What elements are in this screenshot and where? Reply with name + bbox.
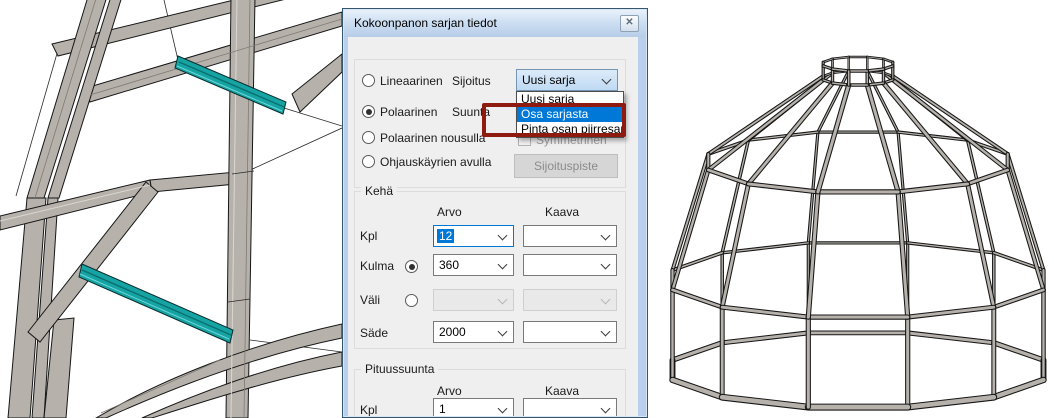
model-view-dome[interactable] [648, 0, 1054, 418]
kpl-kaava-combobox[interactable] [523, 225, 617, 247]
pituus-column-kaava: Kaava [545, 384, 579, 398]
keha-column-kaava: Kaava [545, 205, 579, 219]
sijoituspiste-button: Sijoituspiste [514, 154, 618, 178]
kulma-arvo-value: 360 [439, 258, 459, 272]
annotation-highlight-box [482, 103, 626, 137]
vali-kaava-combobox [523, 289, 617, 311]
radio-lineaarinen-label: Lineaarinen [380, 74, 443, 88]
chevron-down-icon [601, 231, 611, 241]
beam [292, 54, 342, 112]
vali-arvo-combobox [433, 289, 514, 311]
kulma-kaava-combobox[interactable] [523, 254, 617, 276]
radio-polaarinen-nousulla-label: Polaarinen nousulla [380, 131, 485, 145]
beam [150, 172, 236, 192]
model-view-closeup[interactable] [0, 0, 342, 418]
chevron-down-icon [498, 260, 508, 270]
dialog-title: Kokoonpanon sarjan tiedot [354, 10, 497, 37]
radio-ohjauskayrien-avulla-label: Ohjauskäyrien avulla [380, 155, 491, 169]
sijoitus-combobox-value: Uusi sarja [522, 73, 575, 87]
pituus-column-arvo: Arvo [437, 384, 462, 398]
chevron-down-icon [601, 404, 611, 414]
close-button[interactable]: ✕ [620, 15, 639, 32]
chevron-down-icon [498, 327, 508, 337]
chevron-down-icon [601, 260, 611, 270]
kpl-label: Kpl [360, 229, 377, 243]
radio-vali[interactable] [405, 294, 418, 307]
kulma-arvo-combobox[interactable]: 360 [433, 254, 514, 276]
panel-edge-line [164, 0, 178, 60]
vali-label: Väli [360, 293, 380, 307]
beam-edge-shade [101, 360, 220, 413]
panel-edge-line [246, 128, 342, 172]
sade-label: Säde [360, 326, 388, 340]
sijoitus-label: Sijoitus [452, 74, 491, 88]
chevron-down-icon [601, 295, 611, 305]
highlighted-beam-lower[interactable] [79, 264, 233, 343]
radio-polaarinen-nousulla[interactable] [362, 131, 375, 144]
dome-model [648, 0, 1054, 418]
dialog-body: Lineaarinen Sijoitus Polaarinen Suunta P… [348, 37, 638, 416]
keha-group-title: Kehä [361, 184, 397, 198]
kpl-arvo-combobox[interactable]: 12 [433, 225, 514, 247]
chevron-down-icon [498, 295, 508, 305]
assembly-series-dialog: Kokoonpanon sarjan tiedot ✕ Lineaarinen … [342, 8, 648, 418]
dialog-titlebar[interactable]: Kokoonpanon sarjan tiedot ✕ [344, 10, 646, 37]
sade-arvo-value: 2000 [439, 325, 466, 339]
sijoitus-combobox[interactable]: Uusi sarja [516, 69, 618, 91]
sade-arvo-combobox[interactable]: 2000 [433, 321, 514, 343]
radio-polaarinen-label: Polaarinen [380, 105, 437, 119]
chevron-down-icon [601, 327, 611, 337]
chevron-down-icon [498, 404, 508, 414]
pituus-kpl-label: Kpl [360, 403, 377, 416]
radio-kulma[interactable] [405, 260, 418, 273]
panel-edge-line [284, 108, 342, 126]
pituus-kpl-arvo-combobox[interactable]: 1 [433, 398, 514, 416]
radio-polaarinen[interactable] [362, 105, 375, 118]
sade-kaava-combobox[interactable] [523, 321, 617, 343]
kpl-arvo-value: 12 [437, 229, 454, 243]
close-icon: ✕ [625, 17, 633, 28]
application-window: Kokoonpanon sarjan tiedot ✕ Lineaarinen … [0, 0, 1054, 418]
chevron-down-icon [602, 75, 612, 85]
chevron-down-icon [498, 231, 508, 241]
pituus-kpl-kaava-combobox[interactable] [523, 398, 617, 416]
pituussuunta-group-title: Pituussuunta [361, 362, 438, 376]
pituus-kpl-arvo-value: 1 [439, 402, 446, 416]
closeup-frame-drawing [0, 0, 342, 418]
radio-ohjauskayrien-avulla[interactable] [362, 155, 375, 168]
radio-lineaarinen[interactable] [362, 74, 375, 87]
keha-column-arvo: Arvo [437, 205, 462, 219]
kulma-label: Kulma [360, 259, 394, 273]
